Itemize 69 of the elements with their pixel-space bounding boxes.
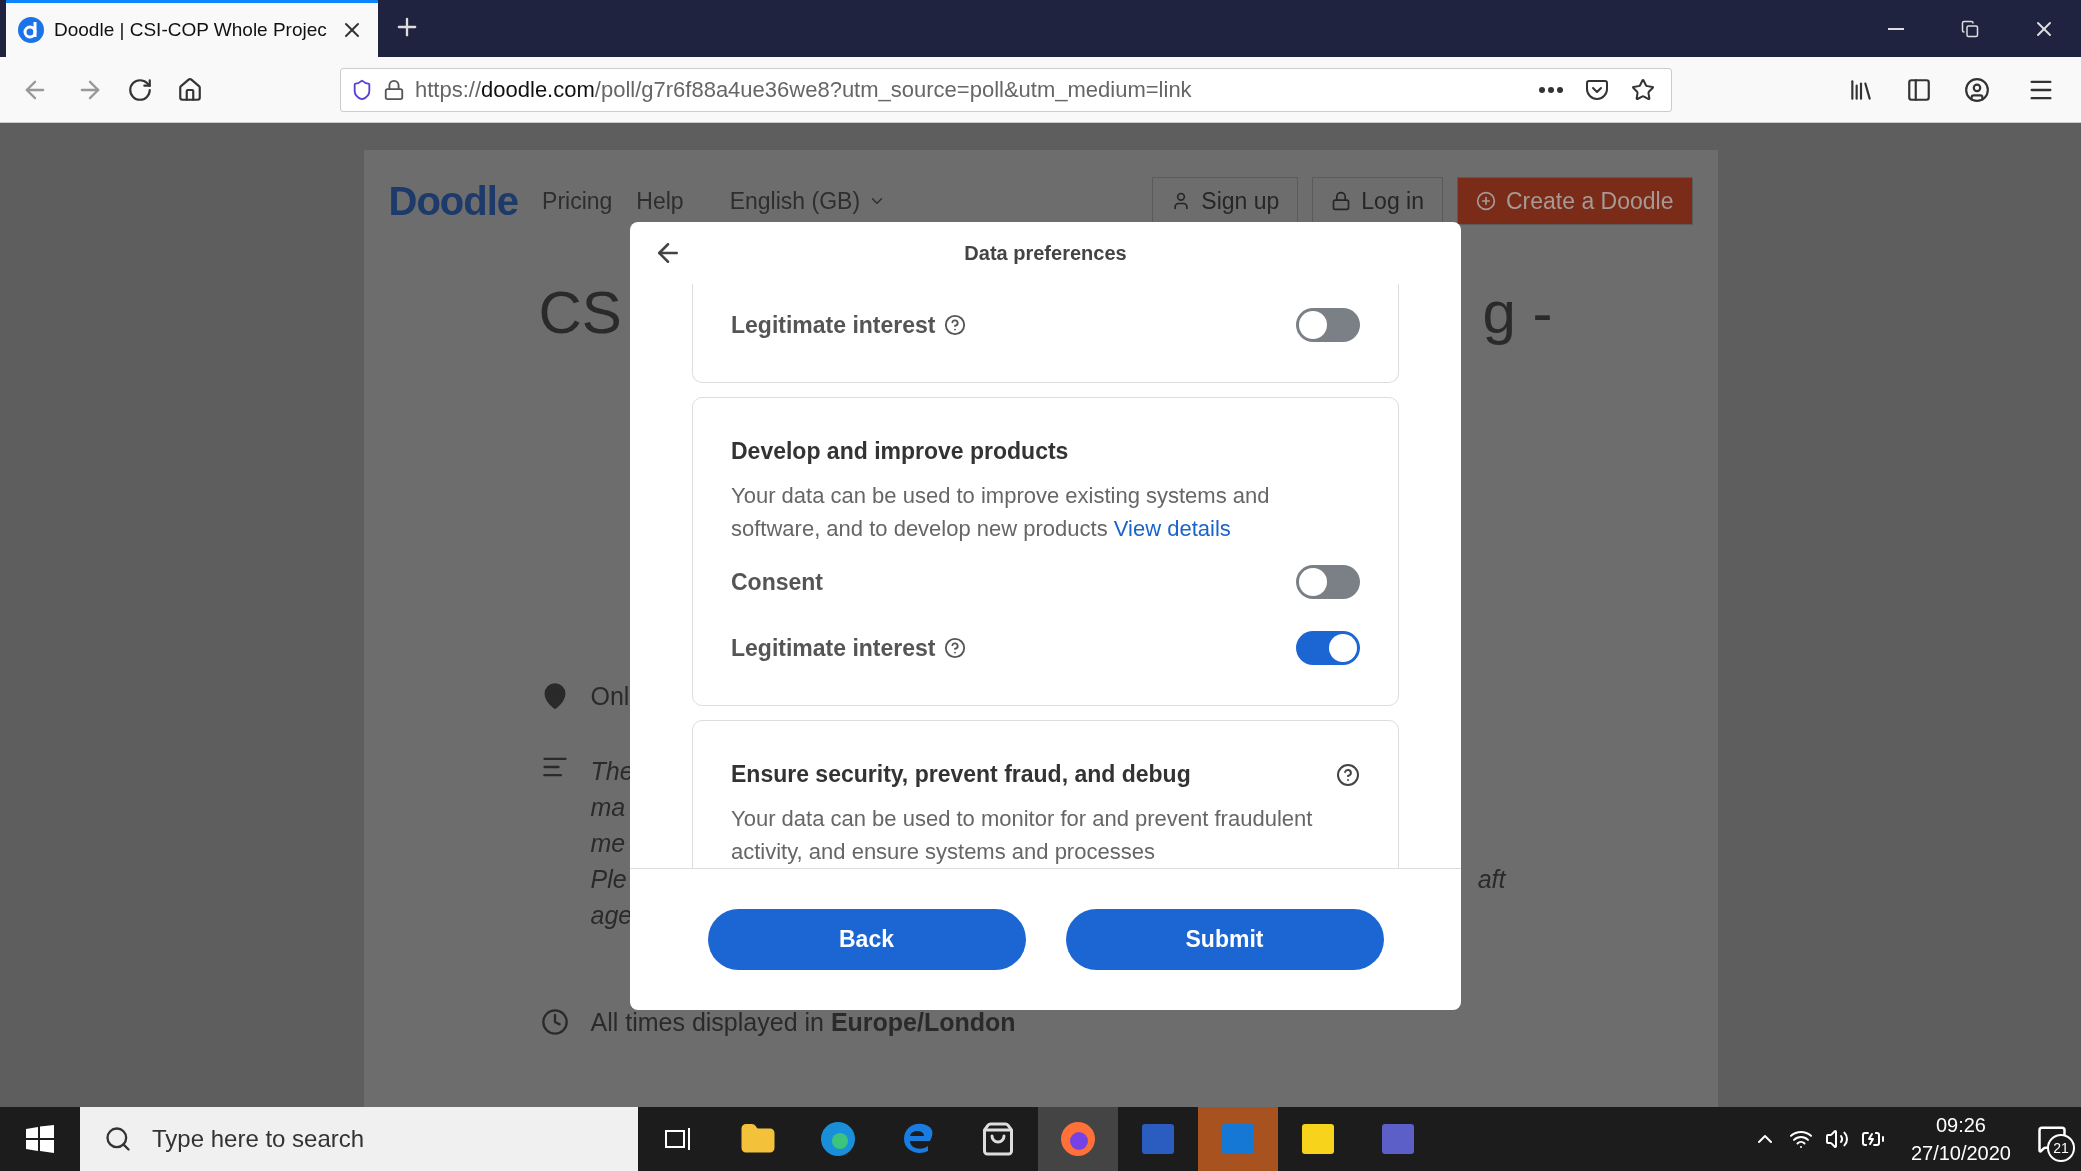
description-text: aft (1477, 864, 1506, 895)
search-icon (104, 1125, 132, 1153)
nav-link[interactable]: Pricing (542, 187, 613, 215)
search-placeholder: Type here to search (152, 1125, 365, 1153)
sign-up-button[interactable]: Sign up (1152, 177, 1299, 225)
address-bar[interactable]: https://doodle.com/poll/g7r6f88a4ue36we8?utm_source=poll&utm_medium=link (340, 67, 1672, 112)
submit-button[interactable]: Submit (1065, 909, 1384, 970)
taskbar-search-field[interactable]: Type here to search (80, 1107, 638, 1171)
section-description: Your data can be used to monitor for and prevent fraudulent activity, and ensure systems and processes (731, 805, 1314, 866)
toggle-switch[interactable] (1296, 308, 1360, 342)
team-app-icon (1380, 1122, 1416, 1156)
language-dropdown[interactable]: English (GB) (723, 186, 893, 216)
description-text: ma (590, 792, 626, 823)
note-icon (1300, 1122, 1336, 1156)
lock-icon (1331, 191, 1352, 211)
toggle-switch[interactable] (1296, 565, 1360, 599)
clock-time: 09:26 (1935, 1113, 1986, 1138)
minimize-icon (1888, 27, 1904, 30)
firefox-button[interactable] (1038, 1107, 1118, 1171)
clock-date: 27/10/2020 (1910, 1141, 2011, 1166)
description-text: me (590, 828, 626, 859)
clock-icon (540, 1008, 569, 1036)
sidebar-icon (1906, 76, 1932, 103)
site-icon (18, 17, 44, 43)
volume-icon (1824, 1127, 1849, 1151)
mail-app-icon (1220, 1122, 1256, 1156)
poll-title: CS (538, 278, 622, 347)
doodle-logo[interactable]: Doodle (388, 178, 519, 224)
section-description: Your data can be used to improve existing systems and software, and to develop new products View details (731, 482, 1271, 543)
back-button[interactable]: Back (707, 909, 1026, 970)
description-text: Ple (590, 864, 627, 895)
create-button[interactable]: Create a Doodle (1457, 177, 1693, 225)
notification-count: 21 (2047, 1134, 2075, 1162)
toggle-switch[interactable] (1296, 631, 1360, 665)
help-icon (943, 637, 966, 659)
windows-icon (26, 1125, 54, 1153)
home-icon (177, 76, 203, 103)
view-details-link[interactable]: View details (1113, 516, 1231, 541)
plus-circle-icon (1476, 191, 1496, 211)
nav-link[interactable]: Help (636, 187, 684, 215)
user-icon (1964, 76, 1990, 103)
timezone-text: All times displayed in Europe/London (590, 1008, 1016, 1037)
toggle-label: Legitimate interest (731, 311, 936, 339)
dialog-title: Data preferences (963, 241, 1128, 265)
toggle-label: Consent (731, 568, 823, 596)
fox-globe-icon (1059, 1120, 1097, 1158)
restore-icon (1961, 19, 1979, 38)
section-heading: Develop and improve products (731, 438, 1069, 465)
lock-icon (383, 78, 405, 101)
poll-title: g - (1482, 278, 1553, 347)
tab-title: Doodle | CSI-COP Whole Projec (54, 19, 328, 41)
shopping-bag-icon (980, 1121, 1016, 1157)
task-view-icon (663, 1125, 693, 1153)
toggle-label: Legitimate interest (731, 634, 936, 662)
star-icon (1631, 77, 1655, 102)
description-text: age (590, 900, 633, 931)
swirl-icon (819, 1120, 857, 1158)
browser-tab[interactable]: Doodle | CSI-COP Whole Projec (6, 0, 378, 57)
section-heading: Ensure security, prevent fraud, and debug (731, 761, 1191, 788)
location-text: Onl (590, 682, 630, 711)
url-text: https://doodle.com/poll/g7r6f88a4ue36we8?utm_source=poll&utm_medium=link (415, 76, 1193, 103)
help-icon (943, 314, 966, 336)
log-in-button[interactable]: Log in (1312, 177, 1443, 225)
shield-icon (351, 78, 373, 101)
document-app-icon (1140, 1122, 1176, 1156)
pocket-icon (1585, 77, 1609, 102)
help-icon (1336, 762, 1360, 787)
dots-icon (1539, 86, 1563, 93)
reload-icon (127, 76, 153, 103)
